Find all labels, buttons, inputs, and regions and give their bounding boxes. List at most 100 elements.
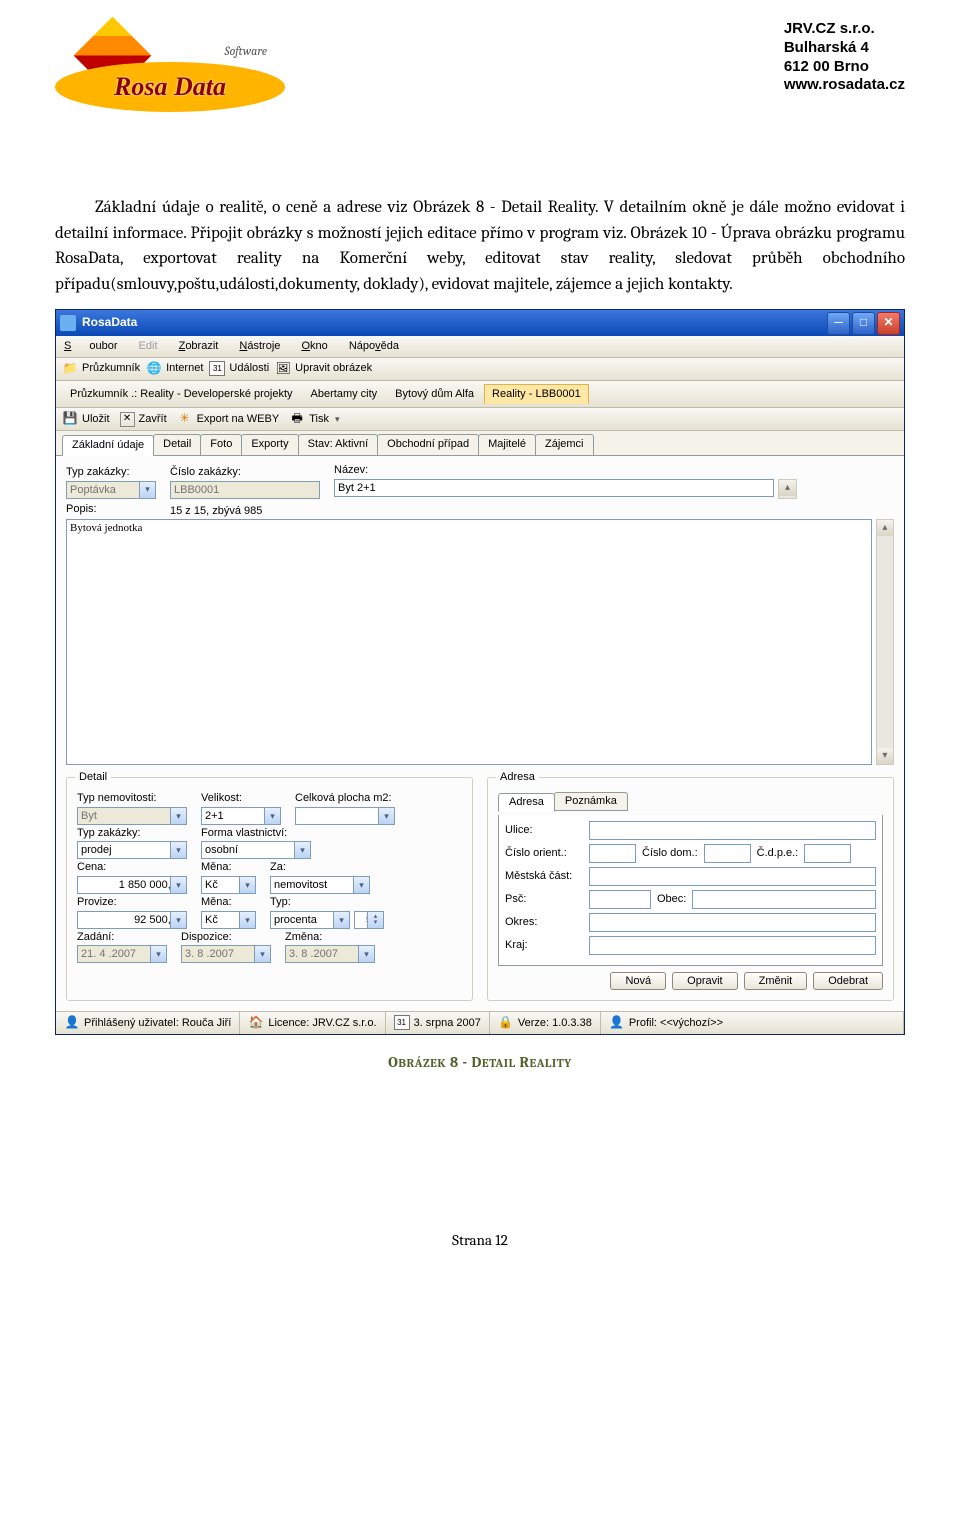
inp-nazev[interactable] [334,479,774,497]
lbl-typ-zak: Typ zakázky: [66,466,156,479]
lbl-kraj: Kraj: [505,939,583,952]
subtab-adresa[interactable]: Adresa [498,793,555,812]
scroll-down-icon[interactable]: ▾ [877,748,893,764]
tab-foto[interactable]: Foto [200,434,242,455]
inp-cdom[interactable] [704,844,751,863]
chevron-down-icon[interactable]: ▾ [254,946,270,962]
menu-napoveda[interactable]: Nápověda [349,340,399,352]
btn-zmenit[interactable]: Změnit [744,972,808,990]
app-icon [60,315,76,331]
tab-zajemci[interactable]: Zájemci [535,434,594,455]
lbl-za: Za: [270,861,370,874]
maximize-button[interactable]: □ [852,312,875,335]
status-user-label: Přihlášený uživatel: Rouča Jiří [84,1017,231,1030]
close-x-icon: ✕ [120,412,135,427]
chevron-down-icon[interactable]: ▾ [170,842,186,858]
close-button[interactable]: ✕ [877,312,900,335]
chevron-down-icon[interactable]: ▾ [264,808,280,824]
btn-zavrit[interactable]: ✕ Zavřít [120,412,167,427]
btn-odebrat[interactable]: Odebrat [813,972,883,990]
logo-subtitle: Software [224,44,267,58]
inp-psc[interactable] [589,890,651,909]
scroll-up-icon[interactable]: ▴ [779,480,796,496]
lbl-nemovitost: Typ nemovitosti: [77,792,187,805]
chevron-down-icon[interactable]: ▾ [150,946,166,962]
page-footer: Strana 12 [55,1231,905,1249]
btn-nova[interactable]: Nová [610,972,666,990]
inp-mcast[interactable] [589,867,876,886]
inp-cdpe[interactable] [804,844,851,863]
btn-opravit[interactable]: Opravit [672,972,737,990]
btn-export-label: Export na WEBY [197,413,280,426]
group-detail: Detail Typ nemovitosti: ▾ Velikost: ▾ Ce… [66,777,473,1001]
tab-exporty[interactable]: Exporty [241,434,298,455]
breadcrumb-seg1[interactable]: Abertamy city [303,384,386,405]
tab-zakladni[interactable]: Základní údaje [62,435,154,456]
group-adresa: Adresa Adresa Poznámka Ulice: Číslo orie… [487,777,894,1001]
inp-cislo-zak [170,481,320,499]
chevron-down-icon[interactable]: ▾ [378,808,394,824]
chevron-down-icon[interactable]: ▾ [353,877,369,893]
popis-textarea[interactable]: Bytová jednotka [66,519,872,765]
user-icon: 👤 [64,1015,80,1031]
tab-obchodni[interactable]: Obchodní případ [377,434,479,455]
popis-scroll[interactable]: ▴ ▾ [876,519,894,765]
menu-nastroje[interactable]: Nástroje [239,340,280,352]
lbl-ulice: Ulice: [505,824,583,837]
lbl-psc: Psč: [505,893,583,906]
tb-upravit-obrazek[interactable]: 🖼 Upravit obrázek [275,361,372,377]
scroll-up-icon[interactable]: ▴ [877,520,893,536]
tb-udalosti[interactable]: 31 Události [209,361,269,376]
tb-upravit-label: Upravit obrázek [295,362,372,375]
tab-majitele[interactable]: Majitelé [478,434,536,455]
chevron-down-icon[interactable]: ▾ [239,877,255,893]
menubar: Soubor Edit Zobrazit Nástroje Okno Nápov… [56,336,904,358]
chevron-down-icon[interactable]: ▾ [239,912,255,928]
inp-obec[interactable] [692,890,876,909]
chevron-down-icon[interactable]: ▾ [170,912,186,928]
tab-detail[interactable]: Detail [153,434,201,455]
breadcrumb-bar: Průzkumník .: Reality - Developerské pro… [56,381,904,409]
breadcrumb-seg3[interactable]: Reality - LBB0001 [484,384,589,405]
chevron-down-icon[interactable]: ▾ [170,808,186,824]
subtab-poznamka[interactable]: Poznámka [554,792,628,811]
chevron-down-icon[interactable]: ▾ [358,946,374,962]
tb-pruzkumnik[interactable]: 📁 Průzkumník [62,361,140,377]
logo-ellipse: Rosa Data [55,62,285,112]
spinner-icon[interactable]: ▴▾ [367,912,383,928]
chevron-down-icon: ▾ [335,414,340,424]
tabstrip: Základní údaje Detail Foto Exporty Stav:… [56,431,904,456]
tb-internet[interactable]: 🌐 Internet [146,361,203,377]
chevron-down-icon[interactable]: ▾ [139,482,155,498]
calendar-icon: 31 [394,1015,410,1030]
tab-stav[interactable]: Stav: Aktivní [298,434,379,455]
menu-okno[interactable]: Okno [301,340,327,352]
inp-kraj[interactable] [589,936,876,955]
lbl-plocha: Celková plocha m2: [295,792,395,805]
status-profil: 👤 Profil: <<výchozí>> [601,1012,904,1034]
menu-zobrazit[interactable]: Zobrazit [179,340,219,352]
legend-detail: Detail [75,771,111,784]
btn-ulozit[interactable]: 💾 Uložit [62,411,110,427]
house-icon: 🏠 [248,1015,264,1031]
breadcrumb-root[interactable]: Průzkumník .: Reality - Developerské pro… [62,384,301,405]
chevron-down-icon[interactable]: ▾ [294,842,310,858]
btn-export[interactable]: ✳ Export na WEBY [177,411,280,427]
nazev-scroll[interactable]: ▴ [778,479,797,499]
status-licence-label: Licence: JRV.CZ s.r.o. [268,1017,376,1030]
breadcrumb-seg2[interactable]: Bytový dům Alfa [387,384,482,405]
lbl-nazev: Název: [334,464,894,477]
menu-soubor[interactable]: Soubor [64,340,117,352]
inp-okres[interactable] [589,913,876,932]
page-header: Software Rosa Data JRV.CZ s.r.o. Bulhars… [55,20,905,115]
btn-tisk[interactable]: 🖶 Tisk ▾ [289,411,339,427]
inp-ulice[interactable] [589,821,876,840]
inp-corient[interactable] [589,844,636,863]
company-web: www.rosadata.cz [784,76,905,95]
chevron-down-icon[interactable]: ▾ [333,912,349,928]
chevron-down-icon[interactable]: ▾ [170,877,186,893]
minimize-button[interactable]: ─ [827,312,850,335]
actionbar: 💾 Uložit ✕ Zavřít ✳ Export na WEBY 🖶 Tis… [56,408,904,431]
status-profil-label: Profil: <<výchozí>> [629,1017,723,1030]
lbl-forma: Forma vlastnictví: [201,827,311,840]
